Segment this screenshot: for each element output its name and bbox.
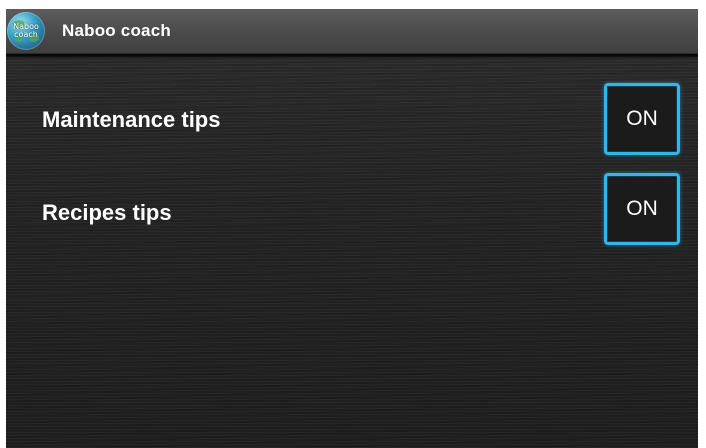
maintenance-tips-label: Maintenance tips: [42, 107, 221, 132]
globe-icon[interactable]: Naboo coach: [7, 12, 45, 50]
app-title: Naboo coach: [62, 21, 171, 40]
maintenance-tips-toggle[interactable]: ON: [604, 83, 680, 155]
app-screen: Naboo coach Naboo coach Maintenance tips…: [6, 9, 698, 448]
recipes-tips-toggle[interactable]: ON: [604, 173, 680, 245]
recipes-tips-label: Recipes tips: [42, 200, 172, 225]
app-icon-text-bottom: coach: [14, 30, 38, 39]
action-bar: Naboo coach Naboo coach: [6, 9, 698, 54]
